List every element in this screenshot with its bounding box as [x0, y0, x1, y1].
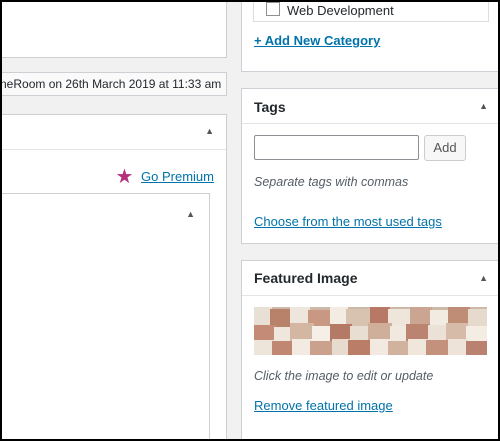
choose-most-used-tags-link[interactable]: Choose from the most used tags: [254, 214, 442, 229]
categories-metabox: Web Development + Add New Category: [241, 2, 498, 72]
go-premium-link[interactable]: Go Premium: [141, 169, 214, 184]
featured-image-hint: Click the image to edit or update: [254, 369, 434, 383]
featured-image-title: Featured Image: [254, 270, 358, 286]
tags-metabox: Tags ▲ Add Separate tags with commas Cho…: [241, 88, 498, 244]
tags-toggle-icon[interactable]: ▲: [479, 101, 488, 111]
seo-metabox-header: ▲: [2, 115, 226, 150]
books-photo: [254, 307, 487, 355]
featured-image-metabox: Featured Image ▲ Click the image to edit…: [241, 260, 498, 439]
remove-featured-image-link[interactable]: Remove featured image: [254, 398, 393, 413]
star-icon: ★: [115, 166, 134, 188]
category-checkbox[interactable]: [266, 2, 280, 16]
tags-header: Tags ▲: [242, 89, 498, 124]
tags-input[interactable]: [254, 135, 419, 160]
seo-metabox: ▲ ★ Go Premium ▲: [2, 114, 227, 439]
revision-text: neRoom on 26th March 2019 at 11:33 am: [2, 77, 222, 91]
featured-image-toggle-icon[interactable]: ▲: [479, 273, 488, 283]
seo-metabox-toggle-icon[interactable]: ▲: [205, 126, 214, 136]
featured-image-thumbnail[interactable]: [254, 307, 487, 355]
category-label: Web Development: [287, 3, 394, 18]
revision-bar: neRoom on 26th March 2019 at 11:33 am: [2, 72, 227, 96]
add-new-category-link[interactable]: + Add New Category: [254, 33, 380, 48]
add-tag-button[interactable]: Add: [424, 135, 466, 161]
seo-inner-panel: ▲: [2, 193, 210, 439]
add-tag-button-label: Add: [433, 140, 457, 155]
seo-inner-toggle-icon[interactable]: ▲: [186, 209, 195, 219]
category-list: Web Development: [253, 2, 489, 22]
editor-frame: neRoom on 26th March 2019 at 11:33 am ▲ …: [2, 2, 498, 439]
title-panel: [2, 2, 227, 58]
tags-hint: Separate tags with commas: [254, 175, 409, 189]
featured-image-header: Featured Image ▲: [242, 261, 498, 296]
tags-title: Tags: [254, 99, 286, 115]
go-premium[interactable]: ★ Go Premium: [115, 165, 214, 190]
